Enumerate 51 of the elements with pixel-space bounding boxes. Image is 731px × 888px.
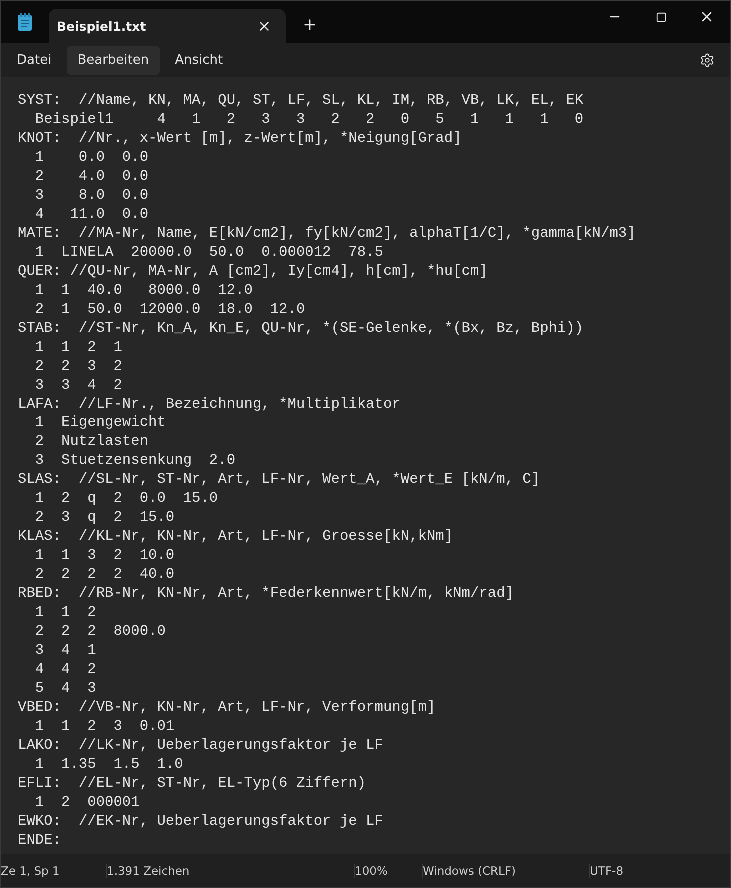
text-line: KLAS: //KL-Nr, KN-Nr, Art, LF-Nr, Groesse[kN,kNm] bbox=[18, 528, 454, 548]
text-line: 3 8.0 0.0 bbox=[34, 186, 149, 206]
text-line: SLAS: //SL-Nr, ST-Nr, Art, LF-Nr, Wert_A, *Wert_E [kN/m, C] bbox=[18, 471, 540, 490]
text-line: 2 Nutzlasten bbox=[34, 433, 149, 452]
text-line: VBED: //VB-Nr, KN-Nr, Art, LF-Nr, Verformung[m] bbox=[18, 699, 436, 718]
text-line: 1 1.35 1.5 1.0 bbox=[34, 756, 184, 775]
text-line: EFLI: //EL-Nr, ST-Nr, EL-Typ(6 Ziffern) bbox=[18, 774, 366, 794]
text-line: 1 0.0 0.0 bbox=[34, 148, 149, 168]
text-line: Beispiel1 4 1 2 3 3 2 2 0 5 1 1 1 0 bbox=[34, 110, 584, 130]
text-line: 4 4 2 bbox=[34, 661, 96, 680]
menu-item[interactable]: Datei bbox=[6, 46, 63, 74]
text-line: QUER: //QU-Nr, MA-Nr, A [cm2], Iy[cm4], h[cm], *hu[cm] bbox=[18, 262, 488, 282]
text-line: 1 1 2 bbox=[34, 604, 96, 624]
text-line: LAFA: //LF-Nr., Bezeichnung, *Multiplikator bbox=[18, 396, 401, 414]
text-line: 3 Stuetzensenkung 2.0 bbox=[34, 452, 236, 472]
text-line: 2 2 3 2 bbox=[34, 358, 122, 377]
status-item: Windows (CRLF) bbox=[423, 864, 516, 878]
status-item: Ze 1, Sp 1 bbox=[1, 864, 60, 878]
text-line: 1 1 3 2 10.0 bbox=[34, 547, 175, 566]
menu-item[interactable]: Ansicht bbox=[164, 46, 234, 74]
status-item: 1.391 Zeichen bbox=[107, 864, 190, 878]
text-line: MATE: //MA-Nr, Name, E[kN/cm2], fy[kN/cm2], alphaT[1/C], *gamma[kN/m3] bbox=[18, 224, 636, 244]
text-line: STAB: //ST-Nr, Kn_A, Kn_E, QU-Nr, *(SE-Gelenke, *(Bx, Bz, Bphi)) bbox=[18, 320, 584, 339]
text-line: RBED: //RB-Nr, KN-Nr, Art, *Federkennwert[kN/m, kNm/rad] bbox=[18, 585, 514, 604]
text-line: 3 4 1 bbox=[34, 642, 96, 662]
text-line: 3 3 4 2 bbox=[34, 376, 122, 396]
text-line: 2 3 q 2 15.0 bbox=[34, 509, 175, 528]
text-line: ENDE: bbox=[18, 832, 62, 851]
text-line: 1 1 2 3 0.01 bbox=[34, 718, 175, 737]
text-line: 1 1 2 1 bbox=[34, 338, 122, 358]
text-line: 1 2 q 2 0.0 15.0 bbox=[34, 490, 218, 510]
text-line: 2 2 2 2 40.0 bbox=[34, 566, 175, 586]
text-line: 2 2 2 8000.0 bbox=[34, 623, 166, 642]
text-line: EWKO: //EK-Nr, Ueberlagerungsfaktor je LF bbox=[18, 812, 384, 832]
file-tab[interactable]: Beispiel1.txt bbox=[49, 9, 286, 43]
text-line: 5 4 3 bbox=[34, 680, 96, 699]
status-item: UTF-8 bbox=[590, 864, 624, 878]
tab-title: Beispiel1.txt bbox=[57, 18, 146, 34]
notepad-icon bbox=[17, 13, 33, 31]
status-item: 100% bbox=[355, 864, 388, 878]
text-line: KNOT: //Nr., x-Wert [m], z-Wert[m], *Neigung[Grad] bbox=[18, 130, 462, 149]
text-line: 2 4.0 0.0 bbox=[34, 168, 149, 187]
text-line: LAKO: //LK-Nr, Ueberlagerungsfaktor je LF bbox=[18, 736, 384, 756]
text-line: 1 1 40.0 8000.0 12.0 bbox=[34, 282, 253, 301]
text-line: 1 2 000001 bbox=[34, 794, 140, 813]
text-line: SYST: //Name, KN, MA, QU, ST, LF, SL, KL, IM, RB, VB, LK, EL, EK bbox=[18, 92, 584, 111]
menu-item[interactable]: Bearbeiten bbox=[66, 46, 160, 74]
text-line: 4 11.0 0.0 bbox=[34, 206, 149, 225]
text-line: 2 1 50.0 12000.0 18.0 12.0 bbox=[34, 300, 306, 320]
text-line: 1 LINELA 20000.0 50.0 0.000012 78.5 bbox=[34, 244, 384, 263]
text-line: 1 Eigengewicht bbox=[34, 414, 166, 434]
